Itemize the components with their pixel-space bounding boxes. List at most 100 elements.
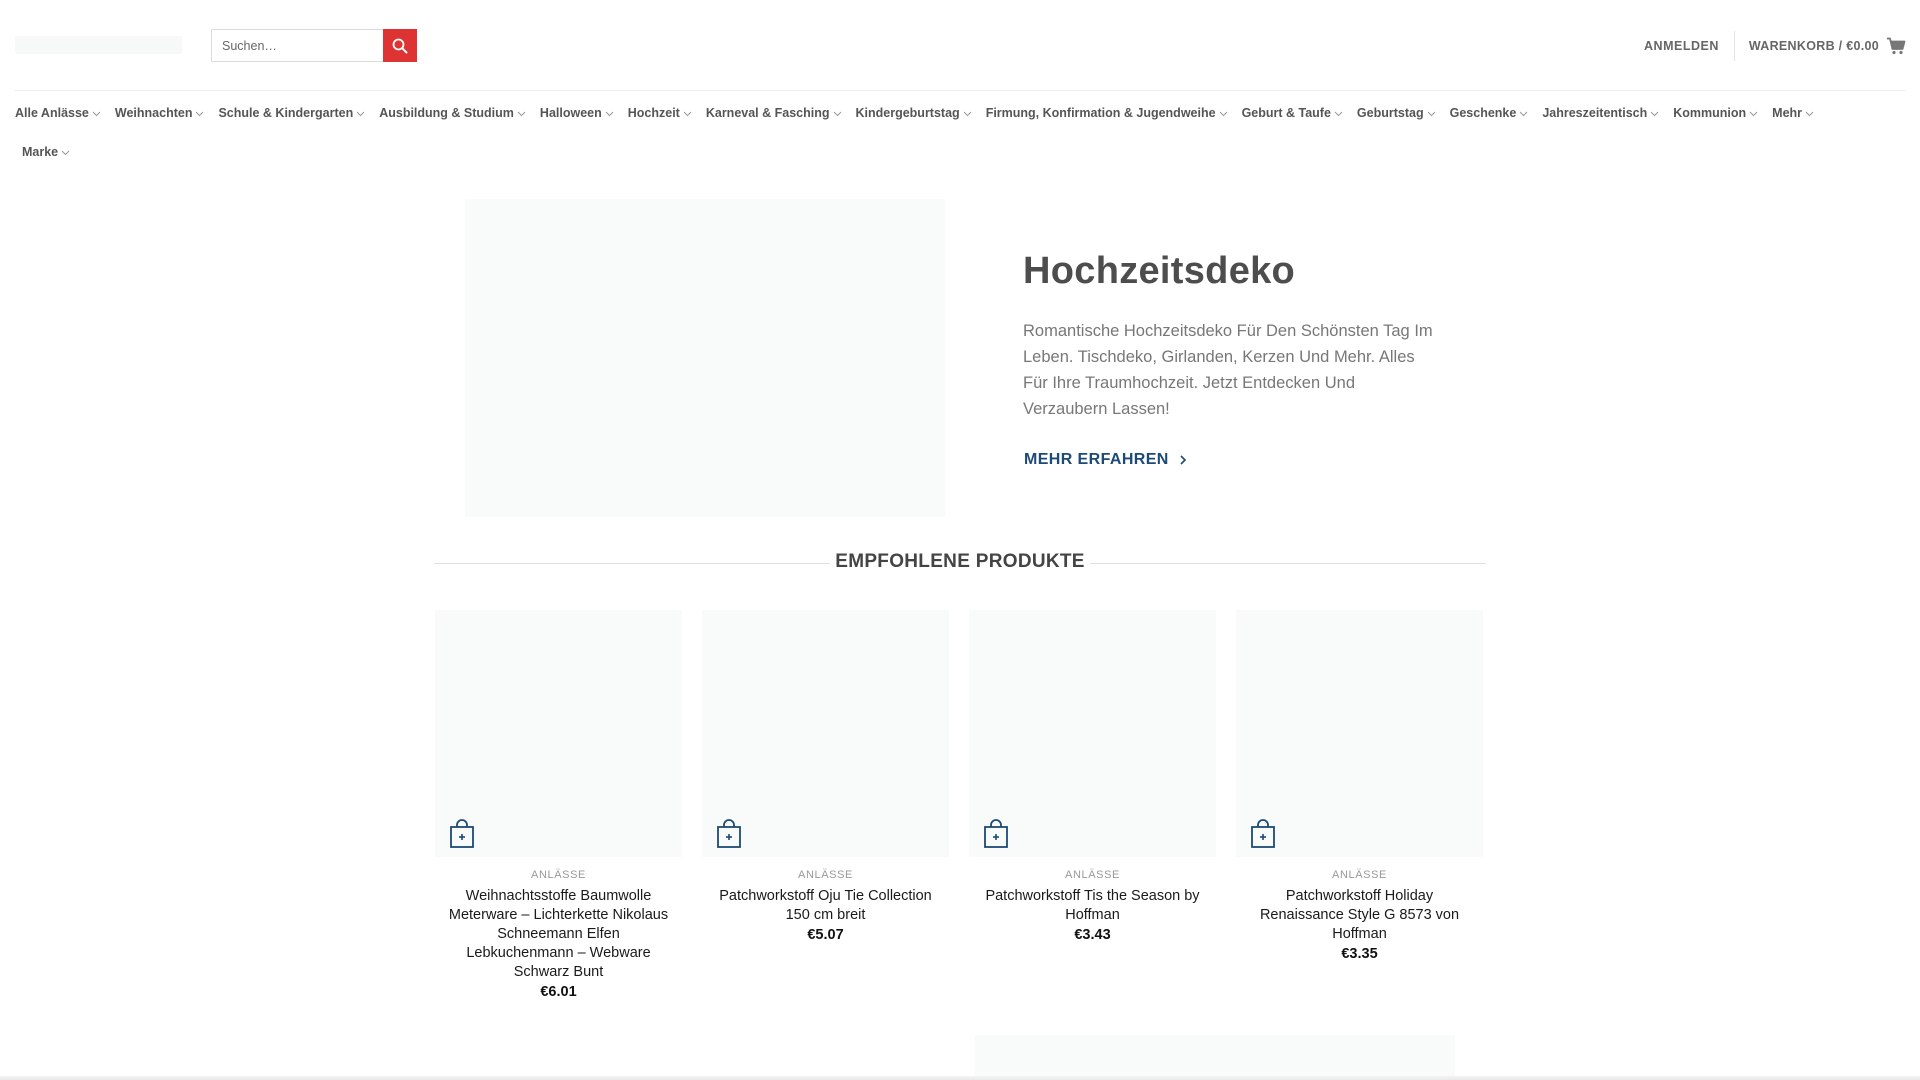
- product-title[interactable]: Patchworkstoff Oju Tie Collection 150 cm…: [702, 887, 949, 925]
- product-price: €3.43: [1074, 927, 1111, 943]
- nav-item-marke[interactable]: Marke: [22, 140, 84, 164]
- nav-item-label: Geburtstag: [1356, 106, 1424, 120]
- nav-item-geburt-taufe[interactable]: Geburt & Taufe: [1242, 101, 1357, 125]
- nav-item-geschenke[interactable]: Geschenke: [1450, 101, 1543, 125]
- nav-item-label: Hochzeit: [627, 106, 680, 120]
- site-header: ANMELDEN WARENKORB / €0.00: [0, 0, 1920, 90]
- add-to-cart-bag-icon: [450, 819, 474, 848]
- product-image[interactable]: [702, 610, 949, 857]
- hero-more-label: MEHR ERFAHREN: [1024, 451, 1169, 468]
- product-title[interactable]: Patchworkstoff Holiday Renaissance Style…: [1236, 887, 1483, 944]
- search-icon: [392, 38, 408, 53]
- search-input[interactable]: [211, 29, 383, 62]
- chevron-down-icon: [605, 106, 614, 120]
- nav-item-label: Jahreszeitentisch: [1542, 106, 1648, 120]
- nav-item-label: Kindergeburtstag: [855, 106, 960, 120]
- nav-item-label: Halloween: [539, 106, 602, 120]
- chevron-down-icon: [1519, 106, 1528, 120]
- hero-title: Hochzeitsdeko: [1023, 250, 1296, 292]
- chevron-down-icon: [1334, 106, 1343, 120]
- nav-item-label: Marke: [22, 145, 59, 159]
- product-card[interactable]: ANLÄSSE Patchworkstoff Tis the Season by …: [969, 610, 1216, 1000]
- section-divider-left: [434, 563, 830, 564]
- product-category[interactable]: ANLÄSSE: [702, 869, 949, 881]
- cart-link[interactable]: WARENKORB / €0.00: [1749, 37, 1906, 55]
- main-navigation: Alle Anlässe Weihnachten Schule & Kinderga…: [15, 98, 1905, 140]
- add-to-cart-button[interactable]: [983, 819, 1009, 849]
- search-form: [211, 29, 417, 62]
- cart-icon: [1887, 37, 1906, 54]
- hero-image: [465, 199, 945, 517]
- promo-image: [975, 1035, 1455, 1080]
- nav-item-label: Schule & Kindergarten: [218, 106, 354, 120]
- featured-products-title: EMPFOHLENE PRODUKTE: [835, 551, 1085, 572]
- search-button[interactable]: [383, 29, 417, 62]
- header-account-cart: ANMELDEN WARENKORB / €0.00: [1644, 29, 1906, 62]
- product-category[interactable]: ANLÄSSE: [969, 869, 1216, 881]
- nav-item-label: Geburt & Taufe: [1241, 106, 1331, 120]
- nav-item-schule-kindergarten[interactable]: Schule & Kindergarten: [218, 101, 379, 125]
- nav-item-kindergeburtstag[interactable]: Kindergeburtstag: [856, 101, 986, 125]
- nav-item-label: Geschenke: [1449, 106, 1517, 120]
- product-category[interactable]: ANLÄSSE: [1236, 869, 1483, 881]
- product-grid: ANLÄSSE Weihnachtsstoffe Baumwolle Meterw…: [435, 610, 1485, 1000]
- login-link[interactable]: ANMELDEN: [1644, 39, 1734, 53]
- product-image[interactable]: [969, 610, 1216, 857]
- nav-item-jahreszeitentisch[interactable]: Jahreszeitentisch: [1542, 101, 1673, 125]
- chevron-down-icon: [61, 145, 70, 159]
- chevron-down-icon: [517, 106, 526, 120]
- chevron-down-icon: [195, 106, 204, 120]
- product-card[interactable]: ANLÄSSE Patchworkstoff Oju Tie Collection…: [702, 610, 949, 1000]
- product-title[interactable]: Weihnachtsstoffe Baumwolle Meterware – L…: [435, 887, 682, 982]
- nav-item-kommunion[interactable]: Kommunion: [1673, 101, 1772, 125]
- product-title[interactable]: Patchworkstoff Tis the Season by Hoffman: [969, 887, 1216, 925]
- add-to-cart-button[interactable]: [716, 819, 742, 849]
- header-separator: [15, 90, 1905, 91]
- chevron-down-icon: [963, 106, 972, 120]
- nav-item-weihnachten[interactable]: Weihnachten: [115, 101, 219, 125]
- product-price: €5.07: [807, 927, 844, 943]
- header-divider: [1733, 30, 1735, 61]
- chevron-down-icon: [1427, 106, 1436, 120]
- chevron-right-icon: [1180, 455, 1186, 465]
- product-card[interactable]: ANLÄSSE Patchworkstoff Holiday Renaissanc…: [1236, 610, 1483, 1000]
- add-to-cart-button[interactable]: [449, 819, 475, 849]
- product-image[interactable]: [435, 610, 682, 857]
- nav-item-hochzeit[interactable]: Hochzeit: [628, 101, 706, 125]
- hero-more-button[interactable]: MEHR ERFAHREN: [1024, 451, 1187, 469]
- add-to-cart-bag-icon: [1251, 819, 1275, 848]
- product-image[interactable]: [1236, 610, 1483, 857]
- nav-item-label: Mehr: [1772, 106, 1803, 120]
- add-to-cart-bag-icon: [717, 819, 741, 848]
- add-to-cart-bag-icon: [984, 819, 1008, 848]
- nav-item-mehr[interactable]: Mehr: [1772, 101, 1828, 125]
- product-category[interactable]: ANLÄSSE: [435, 869, 682, 881]
- chevron-down-icon: [1219, 106, 1228, 120]
- product-price: €6.01: [540, 984, 577, 1000]
- nav-item-label: Ausbildung & Studium: [379, 106, 514, 120]
- add-to-cart-button[interactable]: [1250, 819, 1276, 849]
- nav-item-label: Weihnachten: [114, 106, 193, 120]
- nav-item-halloween[interactable]: Halloween: [540, 101, 628, 125]
- chevron-down-icon: [683, 106, 692, 120]
- chevron-down-icon: [833, 106, 842, 120]
- hero-description: Romantische Hochzeitsdeko Für Den Schöns…: [1023, 322, 1433, 418]
- nav-item-label: Firmung, Konfirmation & Jugendweihe: [985, 106, 1216, 120]
- chevron-down-icon: [1749, 106, 1758, 120]
- nav-item-geburtstag[interactable]: Geburtstag: [1357, 101, 1450, 125]
- nav-item-label: Kommunion: [1673, 106, 1747, 120]
- main-navigation-row2: Marke: [22, 137, 84, 179]
- page-fold-shadow: [0, 1076, 1920, 1080]
- nav-item-alle-anlässe[interactable]: Alle Anlässe: [15, 101, 115, 125]
- chevron-down-icon: [1805, 106, 1814, 120]
- chevron-down-icon: [92, 106, 101, 120]
- cart-label: WARENKORB / €0.00: [1748, 38, 1879, 53]
- nav-item-ausbildung-studium[interactable]: Ausbildung & Studium: [379, 101, 540, 125]
- nav-item-label: Alle Anlässe: [15, 106, 89, 120]
- nav-item-firmung-konfirmation-jugendweihe[interactable]: Firmung, Konfirmation & Jugendweihe: [986, 101, 1242, 125]
- site-logo[interactable]: [15, 36, 182, 54]
- product-card[interactable]: ANLÄSSE Weihnachtsstoffe Baumwolle Meterw…: [435, 610, 682, 1000]
- nav-item-karneval-fasching[interactable]: Karneval & Fasching: [706, 101, 856, 125]
- product-price: €3.35: [1341, 946, 1378, 962]
- chevron-down-icon: [356, 106, 365, 120]
